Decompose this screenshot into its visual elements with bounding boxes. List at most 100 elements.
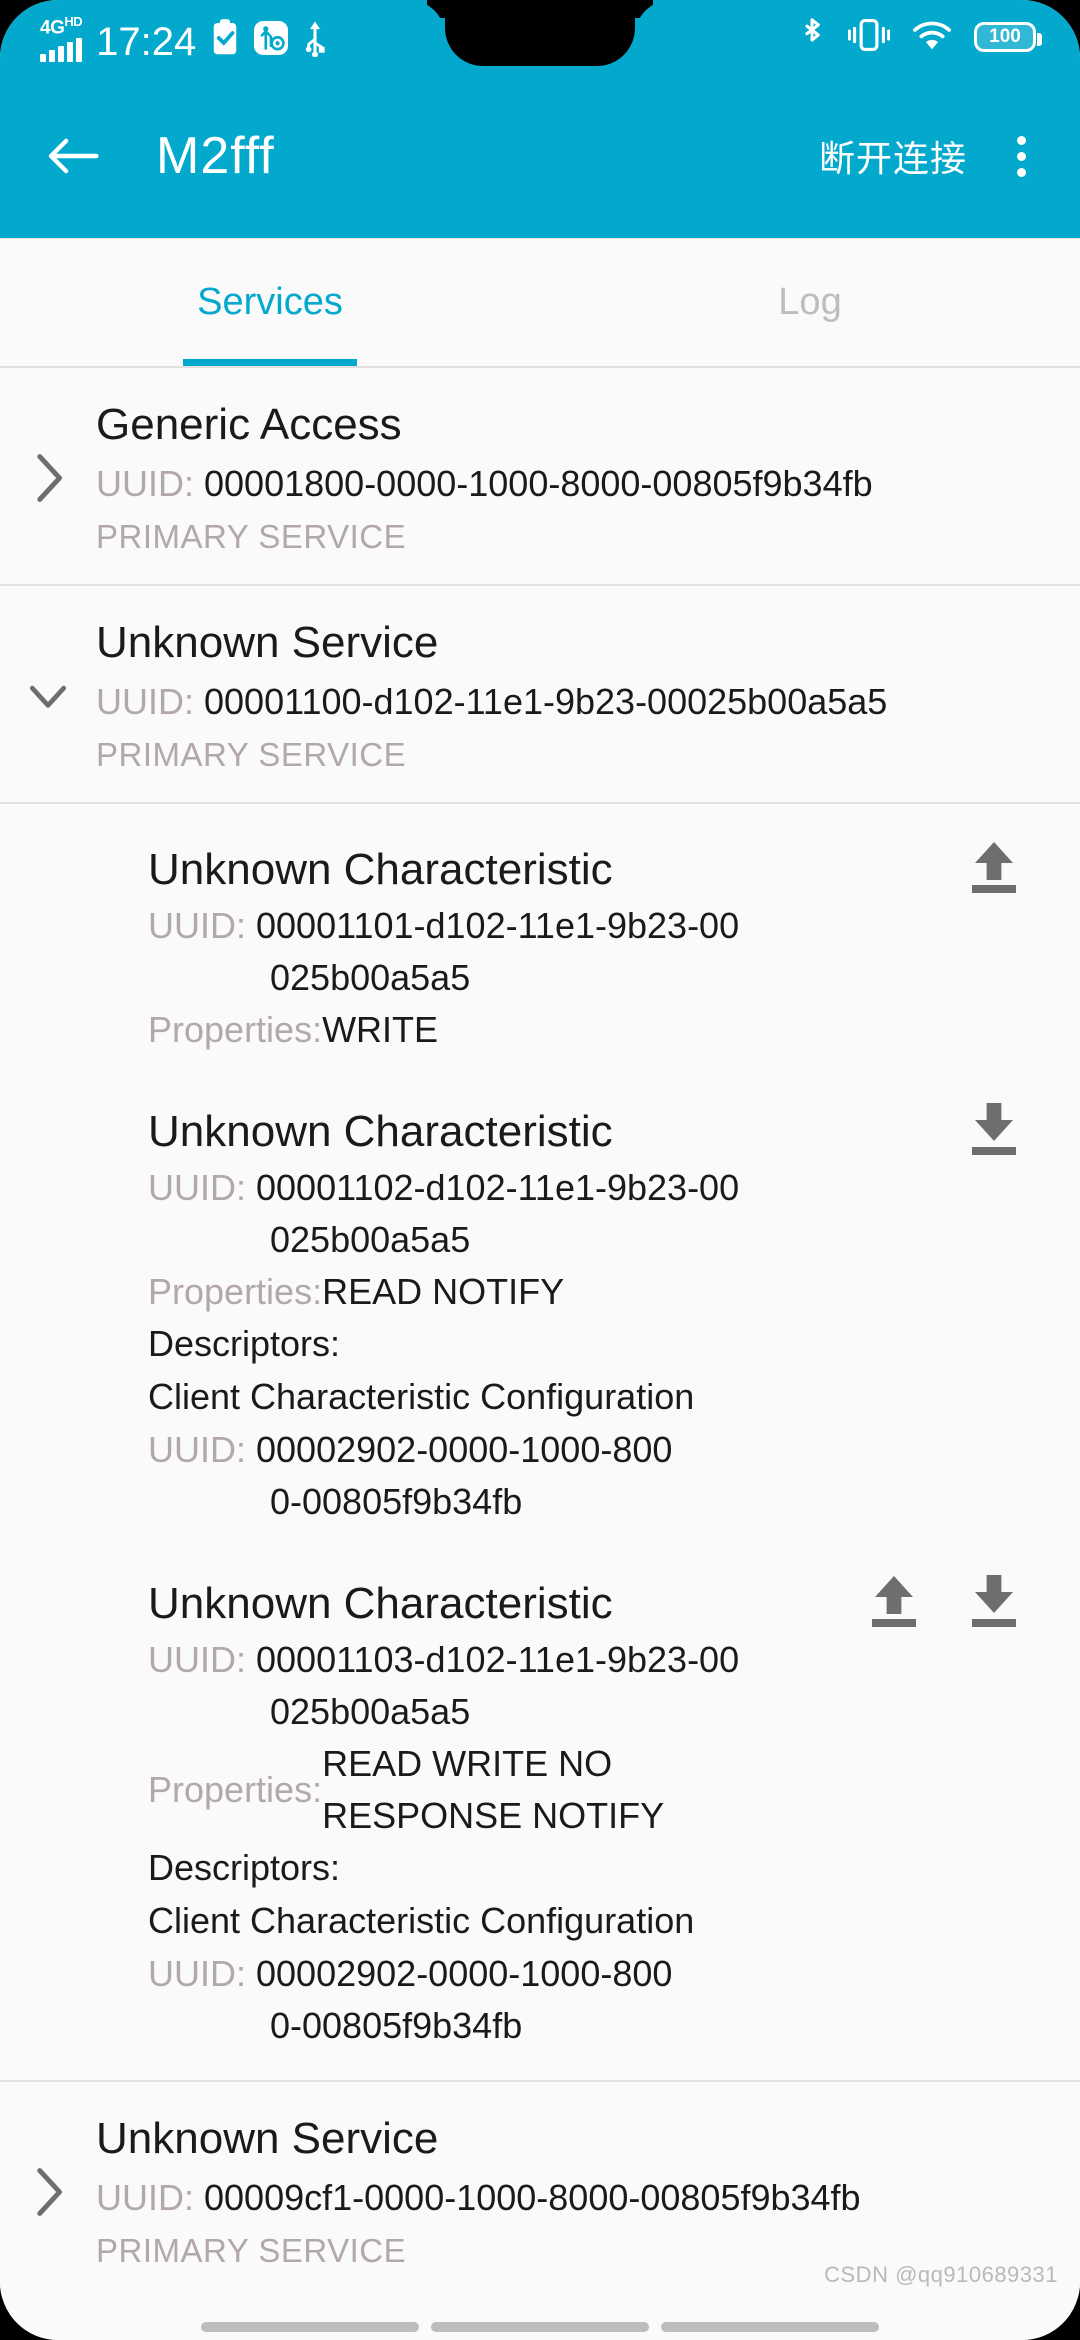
nav-pill-home[interactable] — [431, 2322, 649, 2332]
battery-indicator: 100 — [974, 22, 1042, 52]
service-row-unknown-1100[interactable]: Unknown Service UUID: 00001100-d102-11e1… — [0, 586, 1080, 802]
overflow-menu-button[interactable] — [1001, 122, 1042, 191]
characteristic-actions — [966, 836, 1022, 898]
uuid-label: UUID: — [148, 1429, 246, 1470]
tab-services-label: Services — [197, 280, 343, 323]
app-bar-actions: 断开连接 — [819, 122, 1042, 191]
uuid-value-line1: 00001102-d102-11e1-9b23-00 — [256, 1167, 740, 1208]
uuid-value: 00001800-0000-1000-8000-00805f9b34fb — [204, 463, 873, 504]
uuid-value-line1: 00002902-0000-1000-800 — [256, 1953, 673, 1994]
uuid-label: UUID: — [96, 2177, 194, 2218]
service-uuid: UUID: 00001800-0000-1000-8000-00805f9b34… — [96, 456, 1050, 512]
service-name: Generic Access — [96, 400, 402, 449]
descriptor-name: Client Characteristic Configuration — [148, 1900, 695, 1941]
characteristic-row-1101[interactable]: Unknown Characteristic UUID: 00001101-d1… — [0, 818, 1080, 1080]
characteristic-properties: Properties: READ NOTIFY — [148, 1266, 1080, 1318]
service-uuid: UUID: 00009cf1-0000-1000-8000-00805f9b34… — [96, 2170, 1050, 2226]
properties-value-line2: RESPONSE NOTIFY — [322, 1795, 665, 1836]
characteristics-list: Unknown Characteristic UUID: 00001101-d1… — [0, 804, 1080, 2080]
services-list: Generic Access UUID: 00001800-0000-1000-… — [0, 368, 1080, 2298]
status-bar-right: 100 — [798, 16, 1080, 59]
service-name: Unknown Service — [96, 2114, 439, 2163]
properties-value: READ NOTIFY — [322, 1271, 565, 1312]
phone-frame: 4GHD 17:24 100 M2fff 断开连接 Services Log G… — [0, 0, 1080, 2340]
tab-bar: Services Log — [0, 238, 1080, 366]
descriptor-uuid: UUID: 00002902-0000-1000-800 0-00805f9b3… — [148, 1424, 1080, 1528]
service-details: Generic Access UUID: 00001800-0000-1000-… — [96, 394, 1080, 562]
characteristic-uuid: UUID: 00001103-d102-11e1-9b23-00 025b00a… — [148, 1634, 1080, 1738]
properties-label: Properties: — [148, 1769, 323, 1810]
more-vertical-icon — [1017, 135, 1026, 145]
properties-value: WRITE — [322, 1009, 439, 1050]
service-name: Unknown Service — [96, 618, 439, 667]
nav-pill-back[interactable] — [201, 2322, 419, 2332]
uuid-label: UUID: — [96, 463, 194, 504]
properties-label: Properties: — [148, 1009, 323, 1050]
download-icon[interactable] — [966, 1570, 1022, 1632]
uuid-label: UUID: — [148, 1167, 246, 1208]
upload-icon[interactable] — [866, 1570, 922, 1632]
characteristic-properties: Properties: WRITE — [148, 1004, 1080, 1056]
network-hd-label: HD — [64, 14, 83, 30]
tab-log[interactable]: Log — [540, 238, 1080, 366]
service-details: Unknown Service UUID: 00009cf1-0000-1000… — [96, 2108, 1080, 2276]
service-uuid: UUID: 00001100-d102-11e1-9b23-00025b00a5… — [96, 674, 1050, 730]
uuid-value-line1: 00002902-0000-1000-800 — [256, 1429, 673, 1470]
descriptors-header: Descriptors: — [148, 1323, 341, 1364]
chevron-right-icon[interactable] — [0, 2164, 96, 2220]
vibrate-icon — [847, 17, 891, 58]
uuid-value-line2: 0-00805f9b34fb — [270, 2005, 523, 2046]
clipboard-check-icon — [210, 18, 240, 62]
upload-icon[interactable] — [966, 836, 1022, 898]
app-bar: M2fff 断开连接 — [0, 74, 1080, 238]
status-bar: 4GHD 17:24 100 — [0, 0, 1080, 74]
usb-icon — [302, 19, 328, 62]
back-button[interactable] — [38, 121, 108, 191]
uuid-value-line2: 025b00a5a5 — [270, 1691, 471, 1732]
watermark: CSDN @qq910689331 — [824, 2262, 1058, 2287]
uuid-value-line2: 025b00a5a5 — [270, 957, 471, 998]
characteristic-row-1103[interactable]: Unknown Characteristic UUID: 00001103-d1… — [0, 1552, 1080, 2076]
uuid-value-line1: 00001103-d102-11e1-9b23-00 — [256, 1639, 740, 1680]
tab-log-label: Log — [778, 280, 842, 323]
uuid-value: 00009cf1-0000-1000-8000-00805f9b34fb — [204, 2177, 861, 2218]
signal-bars-icon: 4GHD — [40, 12, 83, 62]
characteristic-uuid: UUID: 00001102-d102-11e1-9b23-00 025b00a… — [148, 1162, 1080, 1266]
bluetooth-icon — [798, 16, 826, 59]
service-type: PRIMARY SERVICE — [96, 736, 407, 773]
download-icon[interactable] — [966, 1098, 1022, 1160]
characteristic-name: Unknown Characteristic — [148, 845, 613, 894]
uuid-value-line1: 00001101-d102-11e1-9b23-00 — [256, 905, 740, 946]
usb-debug-icon — [254, 19, 289, 62]
descriptor-uuid: UUID: 00002902-0000-1000-800 0-00805f9b3… — [148, 1948, 1080, 2052]
characteristic-row-1102[interactable]: Unknown Characteristic UUID: 00001102-d1… — [0, 1080, 1080, 1552]
characteristic-name: Unknown Characteristic — [148, 1107, 613, 1156]
properties-label: Properties: — [148, 1271, 323, 1312]
disconnect-button[interactable]: 断开连接 — [819, 130, 967, 182]
properties-value-line1: READ WRITE NO — [322, 1743, 613, 1784]
system-navigation-bar — [0, 2314, 1080, 2340]
status-bar-left: 4GHD 17:24 — [0, 12, 328, 64]
characteristic-actions — [966, 1098, 1022, 1160]
chevron-down-icon[interactable] — [0, 668, 96, 724]
uuid-label: UUID: — [96, 681, 194, 722]
characteristic-properties: Properties: READ WRITE NO RESPONSE NOTIF… — [148, 1738, 1080, 1842]
uuid-value-line2: 025b00a5a5 — [270, 1219, 471, 1260]
uuid-value-line2: 0-00805f9b34fb — [270, 1481, 523, 1522]
descriptors-header: Descriptors: — [148, 1847, 341, 1888]
tab-services[interactable]: Services — [0, 238, 540, 366]
service-row-generic-access[interactable]: Generic Access UUID: 00001800-0000-1000-… — [0, 368, 1080, 584]
page-title: M2fff — [156, 127, 275, 185]
nav-pill-recents[interactable] — [661, 2322, 879, 2332]
descriptor-name: Client Characteristic Configuration — [148, 1376, 695, 1417]
uuid-label: UUID: — [148, 905, 246, 946]
chevron-right-icon[interactable] — [0, 450, 96, 506]
properties-value: READ WRITE NO RESPONSE NOTIFY — [322, 1738, 664, 1842]
status-bar-clock: 17:24 — [96, 19, 197, 64]
network-type-label: 4G — [40, 17, 65, 39]
service-type: PRIMARY SERVICE — [96, 518, 407, 555]
characteristic-uuid: UUID: 00001101-d102-11e1-9b23-00 025b00a… — [148, 900, 1080, 1004]
arrow-left-icon — [48, 138, 99, 174]
camera-notch — [445, 0, 635, 66]
uuid-label: UUID: — [148, 1953, 246, 1994]
